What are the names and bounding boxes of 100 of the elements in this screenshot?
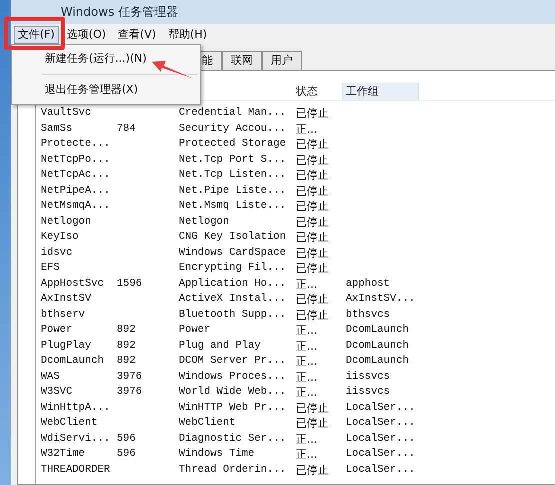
table-cell-text: 已停止 bbox=[296, 462, 330, 478]
table-cell-text: 正... bbox=[296, 432, 318, 447]
table-cell-text: PlugPlay bbox=[41, 338, 92, 354]
tab[interactable]: 用户 bbox=[262, 51, 302, 70]
table-cell-text: 正... bbox=[296, 370, 318, 385]
table-cell-text: WebClient bbox=[179, 416, 237, 431]
highlight-frame bbox=[4, 17, 65, 50]
table-cell-text: 正... bbox=[296, 447, 318, 462]
table-cell-text: SamSs bbox=[41, 122, 74, 136]
table-cell-text: EFS bbox=[41, 261, 61, 276]
table-cell-text: Encrypting Fil... bbox=[179, 261, 288, 276]
table-cell-text: AppHostSvc bbox=[41, 276, 106, 292]
table-cell-text: 正... bbox=[296, 276, 318, 292]
table-cell-text: iissvcs bbox=[346, 370, 392, 384]
table-cell-text: 已停止 bbox=[296, 416, 330, 432]
table-cell-text: idsvc bbox=[41, 246, 74, 260]
table-cell-text: 正... bbox=[296, 122, 318, 137]
table-cell-text: DCOM Server Pr... bbox=[179, 354, 288, 369]
table-cell-text: Netlogon bbox=[179, 214, 230, 230]
table-cell-text: Net.Pipe Liste... bbox=[179, 184, 288, 198]
table-cell-text: 596 bbox=[117, 432, 137, 446]
table-cell-text: 已停止 bbox=[296, 168, 330, 184]
table-cell-text: 正... bbox=[296, 338, 318, 354]
table-cell-text: 已停止 bbox=[296, 214, 330, 230]
table-cell-text: 已停止 bbox=[296, 137, 330, 152]
table-cell-text: 正... bbox=[296, 354, 318, 370]
table-cell-text: 已停止 bbox=[296, 106, 330, 122]
table-cell-text: Plug and Play bbox=[179, 338, 262, 354]
table-cell-text: Windows Proces... bbox=[179, 370, 288, 384]
table-cell-text: 已停止 bbox=[296, 292, 330, 308]
table-cell-text: apphost bbox=[346, 276, 392, 292]
table-cell-text: 已停止 bbox=[296, 308, 330, 323]
table-cell-text: CNG Key Isolation bbox=[179, 230, 288, 245]
table-cell-text: 3976 bbox=[117, 385, 144, 400]
table-cell-text: 已停止 bbox=[296, 184, 330, 199]
table-cell-text: Diagnostic Ser... bbox=[179, 432, 288, 446]
table-cell-text: 已停止 bbox=[296, 199, 330, 214]
table-cell-text: W3SVC bbox=[41, 385, 74, 400]
window-title: Windows 任务管理器 bbox=[61, 4, 178, 21]
table-cell-text: Windows Time bbox=[179, 447, 256, 462]
table-cell-text: NetMsmqA... bbox=[41, 199, 112, 214]
table-cell-text: AxInstSV... bbox=[346, 292, 416, 307]
table-cell-text: NetTcpAc... bbox=[41, 168, 112, 183]
table-cell-text: KeyIso bbox=[41, 230, 80, 245]
table-cell-text: Netlogon bbox=[41, 214, 92, 230]
table-cell-text: Protected Storage bbox=[179, 137, 288, 152]
table-cell-text: WAS bbox=[41, 370, 61, 384]
table-cell-text: Net.Tcp Listen... bbox=[179, 168, 288, 183]
table-cell-text: Thread Orderin... bbox=[179, 462, 288, 478]
table-cell-text: 892 bbox=[117, 338, 137, 354]
table-cell-text: Net.Msmq Liste... bbox=[179, 199, 288, 214]
table-cell-text: iissvcs bbox=[346, 385, 392, 400]
menu-item[interactable]: 文件(F) bbox=[14, 26, 59, 44]
table-cell-text: LocalSer... bbox=[346, 447, 416, 462]
table-cell-text: 1596 bbox=[117, 276, 144, 292]
table-cell-text: DcomLaunch bbox=[346, 338, 410, 354]
table-cell-text: 已停止 bbox=[296, 261, 330, 276]
table-cell-text: 已停止 bbox=[296, 152, 330, 168]
tab[interactable]: 联网 bbox=[222, 51, 262, 70]
table-cell-text: 892 bbox=[117, 354, 137, 369]
table-cell-text: 已停止 bbox=[296, 246, 330, 261]
menu-item[interactable]: 选项(O) bbox=[62, 26, 110, 44]
table-cell-text: NetTcpPo... bbox=[41, 152, 112, 168]
table-cell-text: WinHTTP Web Pr... bbox=[179, 400, 288, 416]
table-cell-text: 3976 bbox=[117, 370, 144, 384]
table-cell-text: LocalSer... bbox=[346, 462, 416, 478]
table-cell-text: Power bbox=[41, 323, 74, 338]
table-cell-text: LocalSer... bbox=[346, 400, 416, 416]
menu-option[interactable]: 退出任务管理器(X) bbox=[12, 78, 200, 102]
table-cell-text: Power bbox=[179, 323, 212, 338]
table-cell-text: DcomLaunch bbox=[41, 354, 106, 369]
table-cell-text: 正... bbox=[296, 385, 318, 400]
table-cell-text: Net.Tcp Port S... bbox=[179, 152, 288, 168]
table-cell-text: VaultSvc bbox=[41, 106, 92, 121]
table-cell-text: 784 bbox=[117, 122, 137, 136]
table-cell-text: DcomLaunch bbox=[346, 354, 410, 369]
table-cell-text: Windows CardSpace bbox=[179, 246, 288, 260]
table-cell-text: W32Time bbox=[41, 447, 86, 462]
table-cell-text: 892 bbox=[117, 323, 137, 338]
table-cell-text: Security Accou... bbox=[179, 122, 288, 136]
table-cell-text: Application Ho... bbox=[179, 276, 288, 292]
table-cell-text: THREADORDER bbox=[41, 462, 112, 478]
menu-item[interactable]: 查看(V) bbox=[114, 26, 160, 44]
table-cell-text: WinHttpA... bbox=[41, 400, 112, 416]
table-cell-text: 已停止 bbox=[296, 400, 330, 416]
table-cell-text: LocalSer... bbox=[346, 416, 416, 431]
table-cell-text: WdiServi... bbox=[41, 432, 112, 446]
column-header[interactable]: 工作组 bbox=[343, 83, 419, 100]
table-cell-text: Credential Man... bbox=[179, 106, 288, 121]
table-cell-text: ActiveX Instal... bbox=[179, 292, 288, 307]
table-cell-text: Bluetooth Supp... bbox=[179, 308, 288, 322]
table-cell-text: NetPipeA... bbox=[41, 184, 112, 198]
table-cell-text: DcomLaunch bbox=[346, 323, 410, 338]
table-cell-text: WebClient bbox=[41, 416, 99, 431]
table-cell-text: 正... bbox=[296, 323, 318, 338]
table-cell-text: Protecte... bbox=[41, 137, 112, 152]
table-cell-text: 已停止 bbox=[296, 230, 330, 246]
arrow-icon bbox=[150, 58, 195, 80]
menu-item[interactable]: 帮助(H) bbox=[164, 26, 212, 44]
table-cell-text: 596 bbox=[117, 447, 137, 462]
